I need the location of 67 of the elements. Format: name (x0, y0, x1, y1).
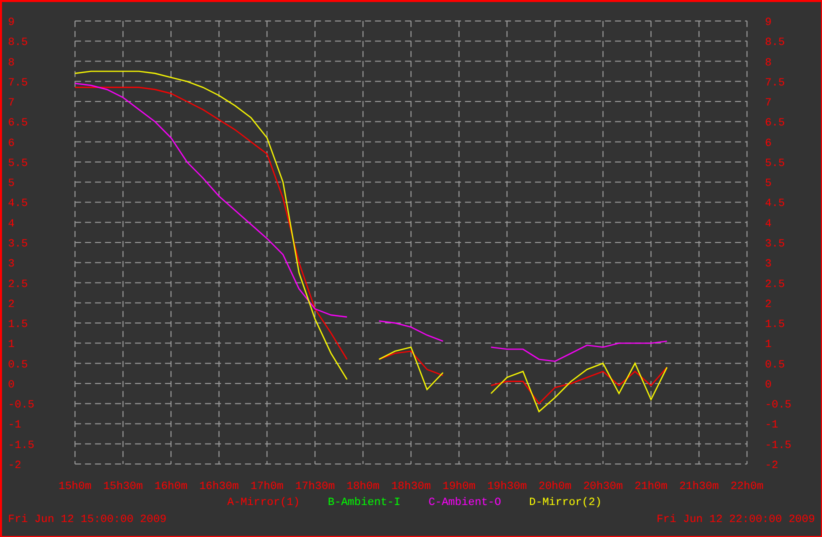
y-tick-label: 3 (8, 258, 15, 271)
y-tick-label: 6.5 (765, 118, 785, 130)
x-tick-label: 17h30m (295, 481, 335, 492)
y-tick-label: 7.5 (765, 77, 785, 90)
x-tick-label: 20h30m (583, 481, 623, 492)
y-tick-label: 5.5 (765, 158, 785, 170)
y-tick-label: 2 (765, 298, 772, 311)
x-tick-label: 15h0m (58, 481, 92, 492)
y-tick-label: 7.5 (8, 77, 28, 90)
y-tick-label: 8.5 (8, 37, 28, 50)
y-tick-label: 9 (8, 17, 15, 29)
y-tick-label: 3.5 (8, 238, 28, 250)
y-tick-label: 6 (765, 138, 772, 150)
y-tick-label: -2 (8, 460, 22, 472)
y-tick-label: 5 (8, 178, 15, 190)
y-tick-label: 8.5 (765, 37, 785, 50)
x-tick-label: 20h0m (538, 481, 572, 492)
y-tick-label: 1 (8, 339, 15, 352)
x-tick-label: 21h30m (679, 481, 719, 492)
y-tick-label: 6 (8, 138, 15, 150)
y-tick-label: -0.5 (8, 400, 34, 412)
y-tick-label: 9 (765, 17, 772, 29)
y-tick-label: 3.5 (765, 238, 785, 250)
y-tick-label: 7 (765, 98, 772, 110)
y-tick-label: 0 (765, 379, 772, 392)
y-tick-label: 4 (8, 218, 15, 230)
timestamp: Fri Jun 12 22:00:00 2009 (656, 514, 815, 526)
x-tick-label: 18h0m (346, 481, 380, 492)
y-tick-label: 1.5 (8, 319, 28, 332)
x-tick-label: 18h30m (391, 481, 431, 492)
y-tick-label: 1 (765, 339, 772, 352)
y-tick-label: 8 (8, 57, 15, 70)
y-tick-label: 3 (765, 258, 772, 271)
y-tick-label: 2.5 (8, 278, 28, 291)
x-tick-label: 15h30m (103, 481, 143, 492)
y-tick-label: 5 (765, 178, 772, 190)
y-tick-label: 4.5 (8, 198, 28, 210)
x-tick-label: 16h0m (154, 481, 188, 492)
legend-label: A-Mirror(1) (227, 497, 300, 509)
y-tick-label: 8 (765, 57, 772, 70)
timestamp: Fri Jun 12 15:00:00 2009 (8, 514, 166, 526)
y-tick-label: 0.5 (765, 359, 785, 372)
y-tick-label: -2 (765, 460, 778, 472)
y-tick-label: 2.5 (765, 278, 785, 291)
x-tick-label: 22h0m (730, 481, 764, 492)
y-tick-label: 1.5 (765, 319, 785, 332)
x-tick-label: 16h30m (199, 481, 239, 492)
y-tick-label: 4 (765, 218, 772, 230)
x-tick-label: 19h0m (442, 481, 476, 492)
y-tick-label: -1.5 (765, 440, 792, 452)
y-tick-label: 4.5 (765, 198, 785, 210)
y-tick-label: 5.5 (8, 158, 28, 170)
y-tick-label: 7 (8, 98, 15, 110)
x-tick-label: 17h0m (250, 481, 284, 492)
legend-label: B-Ambient-I (328, 497, 400, 509)
y-tick-label: 6.5 (8, 118, 28, 130)
legend-label: C-Ambient-O (428, 497, 502, 509)
y-tick-label: 2 (8, 298, 15, 311)
y-tick-label: -0.5 (765, 400, 792, 412)
y-tick-label: 0.5 (8, 359, 28, 372)
x-tick-label: 19h30m (487, 481, 527, 492)
y-tick-label: -1 (765, 420, 778, 432)
y-tick-label: -1.5 (8, 440, 34, 452)
x-tick-label: 21h0m (634, 481, 668, 492)
y-tick-label: -1 (8, 420, 22, 432)
legend-label: D-Mirror(2) (529, 497, 602, 509)
y-tick-label: 0 (8, 379, 15, 392)
